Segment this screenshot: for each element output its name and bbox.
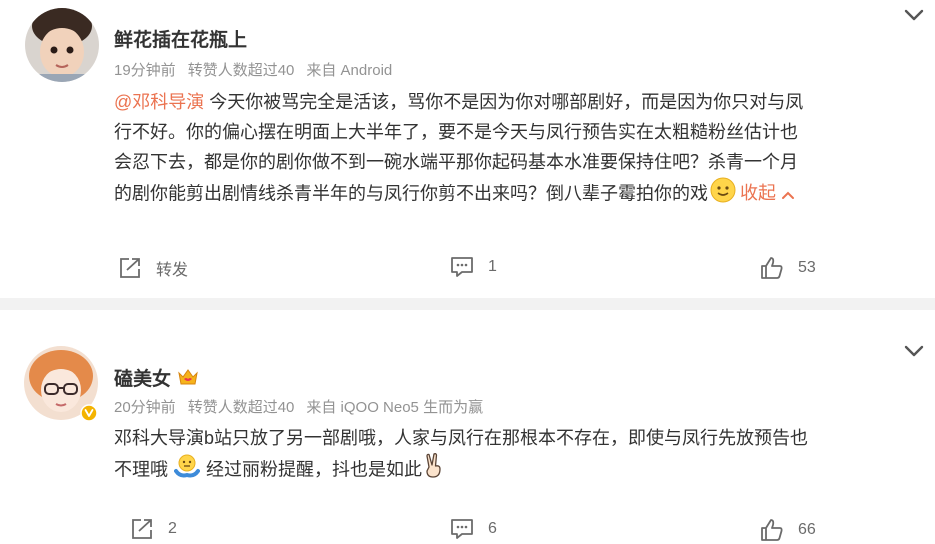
comment-line: 行不好。你的偏心摆在明面上大半年了，要不是今天与凤行预告实在太粗糙粉丝估计也 <box>114 122 798 142</box>
shrug-emoji <box>174 453 200 488</box>
comment-count: 6 <box>488 520 497 537</box>
username-text: 磕美女 <box>114 369 172 390</box>
comment-card-2: 磕美女 20分钟前 转赞人数超过40 来自 iQOO Neo5 生而为赢 邓科大导演… <box>0 310 935 544</box>
comment-text: @邓科导演 今天你被骂完全是活该，骂你不是因为你对哪部剧好，而是因为你只对与凤 … <box>114 87 929 212</box>
like-count: 66 <box>798 521 816 538</box>
repost-label: 转发 <box>156 262 189 279</box>
peace-hand-emoji <box>424 453 444 488</box>
crown-badge-icon <box>177 367 199 393</box>
source-device: 来自 Android <box>306 62 393 79</box>
comment-icon <box>451 257 473 277</box>
repost-icon <box>120 258 140 278</box>
comment-count: 1 <box>488 258 497 275</box>
comment-line-text: 不理哦 <box>114 459 168 480</box>
comment-meta: 20分钟前 转赞人数超过40 来自 iQOO Neo5 生而为赢 <box>114 396 495 417</box>
like-button[interactable]: 66 <box>760 518 816 542</box>
comment-icon <box>451 519 473 539</box>
repost-button[interactable]: 2 <box>130 518 177 540</box>
username[interactable]: 鲜花插在花瓶上 <box>114 25 247 52</box>
avatar[interactable] <box>25 8 99 82</box>
chevron-down-icon[interactable] <box>902 6 926 24</box>
like-button[interactable]: 53 <box>760 256 816 280</box>
like-icon <box>761 257 783 279</box>
separator <box>0 298 935 310</box>
comment-line: @邓科导演 今天你被骂完全是活该，骂你不是因为你对哪部剧好，而是因为你只对与凤 <box>114 87 929 117</box>
comment-button[interactable]: 1 <box>450 256 497 278</box>
mention-link[interactable]: @邓科导演 <box>114 92 204 112</box>
engagement-badge: 转赞人数超过40 <box>187 399 295 416</box>
verified-badge-icon <box>80 404 98 422</box>
comment-line: 邓科大导演b站只放了另一部剧哦，人家与凤行在那根本不存在，即使与凤行先放预告也 <box>114 428 809 448</box>
repost-icon <box>132 519 152 539</box>
comment-line-text: 的剧你能剪出剧情线杀青半年的与凤行你剪不出来吗？倒八辈子霉拍你的戏 <box>114 183 708 204</box>
like-count: 53 <box>798 259 816 276</box>
like-icon <box>761 519 783 541</box>
chevron-up-icon <box>782 191 795 199</box>
comment-line: 会忍下去，都是你的剧你做不到一碗水端平那你起码基本水准要保持住吧？杀青一个月 <box>114 152 798 172</box>
comment-line: 的剧你能剪出剧情线杀青半年的与凤行你剪不出来吗？倒八辈子霉拍你的戏 收起 <box>114 177 929 212</box>
engagement-badge: 转赞人数超过40 <box>187 62 295 79</box>
smile-emoji <box>710 177 736 212</box>
comment-button[interactable]: 6 <box>450 518 497 540</box>
comment-line-text: 经过丽粉提醒，抖也是如此 <box>206 459 422 480</box>
comment-text: 邓科大导演b站只放了另一部剧哦，人家与凤行在那根本不存在，即使与凤行先放预告也 … <box>114 423 929 488</box>
comment-card-1: 鲜花插在花瓶上 19分钟前 转赞人数超过40 来自 Android @邓科导演 今天… <box>0 0 935 298</box>
collapse-link[interactable]: 收起 <box>740 183 795 203</box>
username[interactable]: 磕美女 <box>114 364 199 393</box>
source-device: 来自 iQOO Neo5 生而为赢 <box>306 399 484 416</box>
comment-line: 不理哦 经过丽粉提醒，抖也是如此 <box>114 453 929 488</box>
comment-meta: 19分钟前 转赞人数超过40 来自 Android <box>114 59 404 80</box>
chevron-down-icon[interactable] <box>902 342 926 360</box>
comment-line-text: 今天你被骂完全是活该，骂你不是因为你对哪部剧好，而是因为你只对与凤 <box>209 92 804 112</box>
timestamp: 20分钟前 <box>114 399 176 416</box>
repost-button[interactable]: 转发 <box>118 256 188 280</box>
timestamp: 19分钟前 <box>114 62 176 79</box>
repost-count: 2 <box>168 520 177 537</box>
